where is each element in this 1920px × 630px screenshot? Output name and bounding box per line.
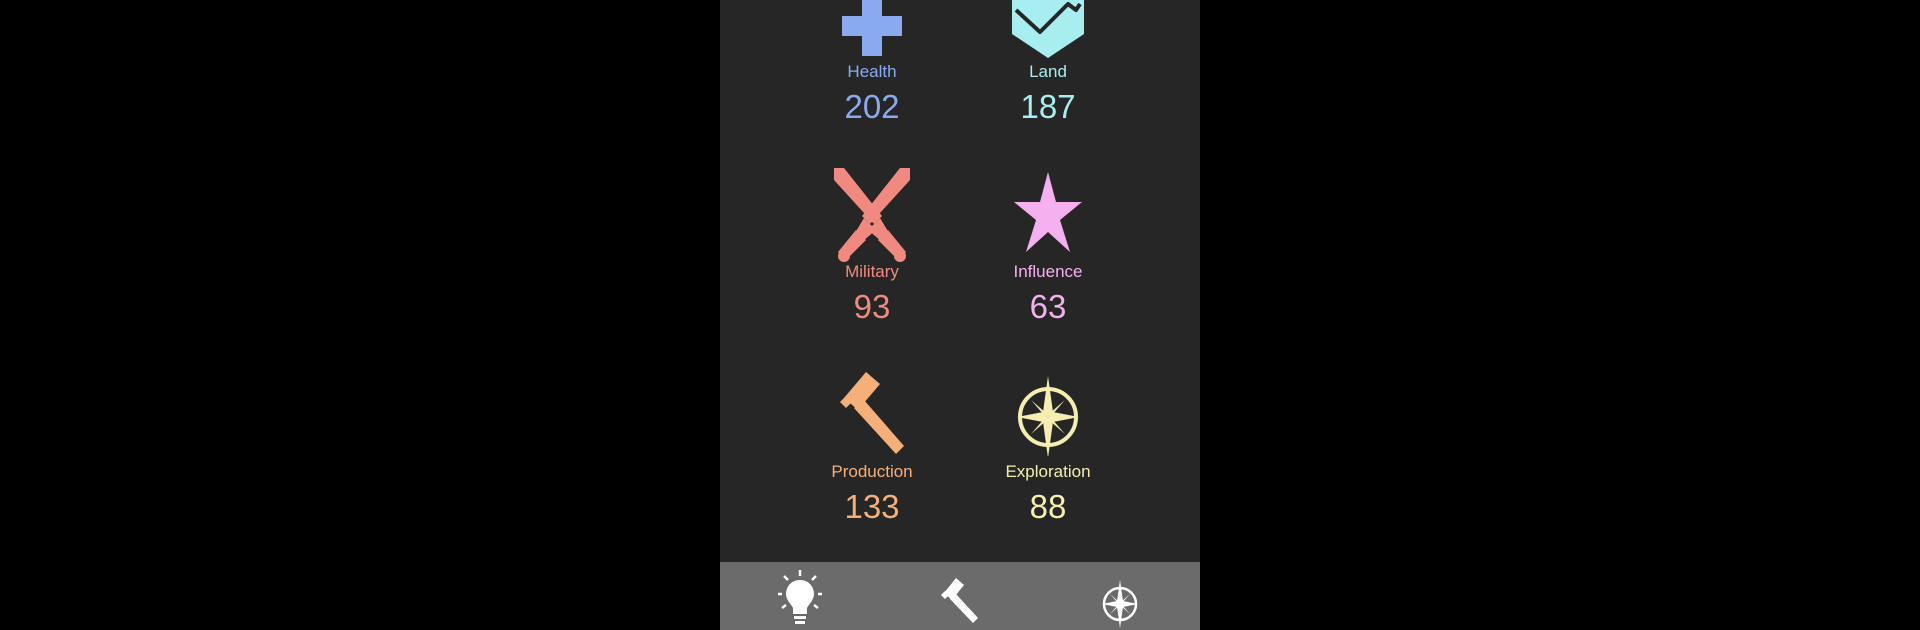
stat-value: 93 (853, 288, 891, 325)
stat-label: Exploration (1005, 462, 1091, 481)
land-shield-icon (1012, 0, 1084, 58)
stat-label: Influence (1013, 262, 1083, 281)
stat-production[interactable]: Production 133 (792, 372, 952, 532)
stat-label: Land (1029, 62, 1067, 81)
stat-value: 187 (1020, 88, 1076, 125)
nav-production-button[interactable] (928, 570, 992, 626)
nav-exploration-button[interactable] (1088, 570, 1152, 628)
bottom-nav-bar (720, 562, 1200, 630)
compass-rose-icon (1102, 580, 1138, 628)
stat-label: Military (845, 262, 899, 281)
hammer-icon (840, 372, 904, 454)
stat-land[interactable]: Land 187 (968, 0, 1128, 130)
stat-health[interactable]: Health 202 (792, 0, 952, 130)
crossed-swords-icon (834, 168, 910, 262)
stat-label: Production (831, 462, 913, 481)
stat-value: 202 (844, 88, 900, 125)
star-icon (1014, 172, 1082, 252)
lightbulb-icon (778, 570, 822, 624)
stat-value: 63 (1029, 288, 1067, 325)
stat-military[interactable]: Military 93 (792, 168, 952, 328)
app-screen: Health 202 Land 187 Military 93 Influenc… (720, 0, 1200, 630)
stat-value: 133 (844, 488, 900, 525)
hammer-icon (941, 578, 978, 623)
stat-label: Health (847, 62, 897, 81)
stat-exploration[interactable]: Exploration 88 (968, 372, 1128, 532)
compass-rose-icon (1017, 376, 1079, 456)
stat-value: 88 (1029, 488, 1067, 525)
stat-influence[interactable]: Influence 63 (968, 168, 1128, 328)
health-cross-icon (842, 0, 902, 56)
nav-ideas-button[interactable] (768, 570, 832, 626)
